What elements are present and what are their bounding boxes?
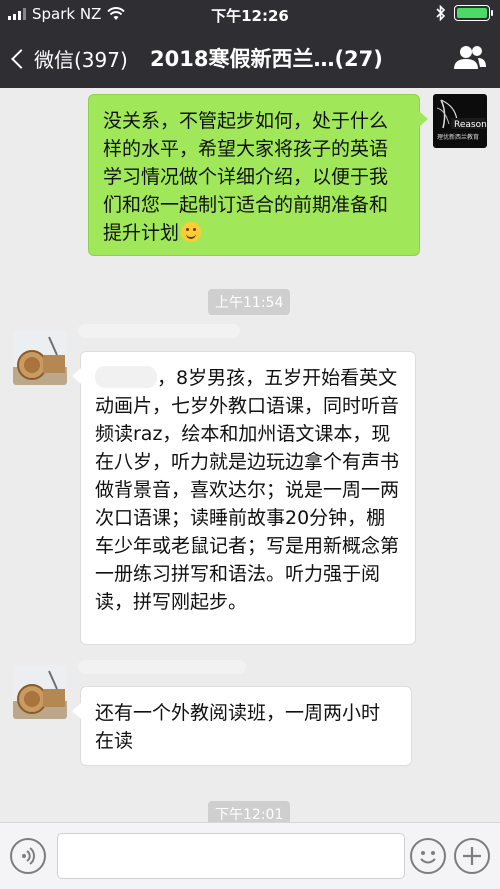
sender-avatar[interactable]	[13, 331, 67, 385]
logo-subtext: 理优新西兰教育	[437, 133, 479, 141]
smiley-emoji-icon	[181, 222, 202, 242]
back-label: 微信(397)	[34, 48, 128, 72]
status-right	[436, 5, 493, 21]
input-bar	[0, 822, 500, 889]
emoji-button[interactable]	[410, 838, 446, 874]
emoji-icon	[420, 851, 436, 864]
message-bubble-other[interactable]: 还有一个外教阅读班，一周两小时在读	[72, 686, 412, 766]
sender-avatar[interactable]	[13, 665, 67, 719]
sender-name-redacted	[78, 324, 240, 338]
message-input[interactable]	[57, 833, 405, 879]
voice-button[interactable]	[10, 838, 46, 874]
status-time: 下午12:26	[211, 7, 289, 25]
chevron-left-icon	[11, 48, 31, 69]
add-button[interactable]	[454, 838, 490, 874]
back-button[interactable]: 微信(397)	[10, 44, 128, 73]
message-text: ，8岁男孩，五岁开始看英文动画片，七岁外教口语课，同时听音频读raz，绘本和加州…	[95, 367, 400, 613]
message-bubble-self[interactable]: 没关系，不管起步如何，处于什么样的水平，希望大家将孩子的英语学习情况做个详细介绍…	[88, 94, 428, 256]
group-members-icon[interactable]	[454, 44, 486, 70]
chat-title: 2018寒假新西兰…(27)	[150, 47, 383, 71]
message-text: 还有一个外教阅读班，一周两小时在读	[95, 702, 381, 752]
message-text: 没关系，不管起步如何，处于什么样的水平，希望大家将孩子的英语学习情况做个详细介绍…	[103, 110, 389, 244]
message-bubble-other[interactable]: ，8岁男孩，五岁开始看英文动画片，七岁外教口语课，同时听音频读raz，绘本和加州…	[72, 351, 416, 645]
timestamp: 上午11:54	[208, 289, 291, 315]
logo-text: Reasons	[454, 120, 487, 130]
chat-area[interactable]: Reasons 理优新西兰教育 没关系，不管起步如何，处于什么样的水平，希望大家…	[0, 88, 500, 827]
bluetooth-icon	[436, 5, 446, 21]
avatar-image-icon	[13, 665, 67, 719]
avatar-image-icon	[13, 331, 67, 385]
my-avatar[interactable]: Reasons 理优新西兰教育	[433, 94, 487, 148]
plus-icon	[463, 847, 481, 865]
logo-icon: Reasons 理优新西兰教育	[436, 99, 487, 141]
nav-bar: 微信(397) 2018寒假新西兰…(27)	[0, 28, 500, 88]
redacted-name	[95, 366, 157, 388]
status-bar: Spark NZ 下午12:26	[0, 0, 500, 28]
voice-icon	[22, 847, 35, 865]
sender-name-redacted	[78, 660, 246, 674]
battery-icon	[454, 5, 493, 21]
